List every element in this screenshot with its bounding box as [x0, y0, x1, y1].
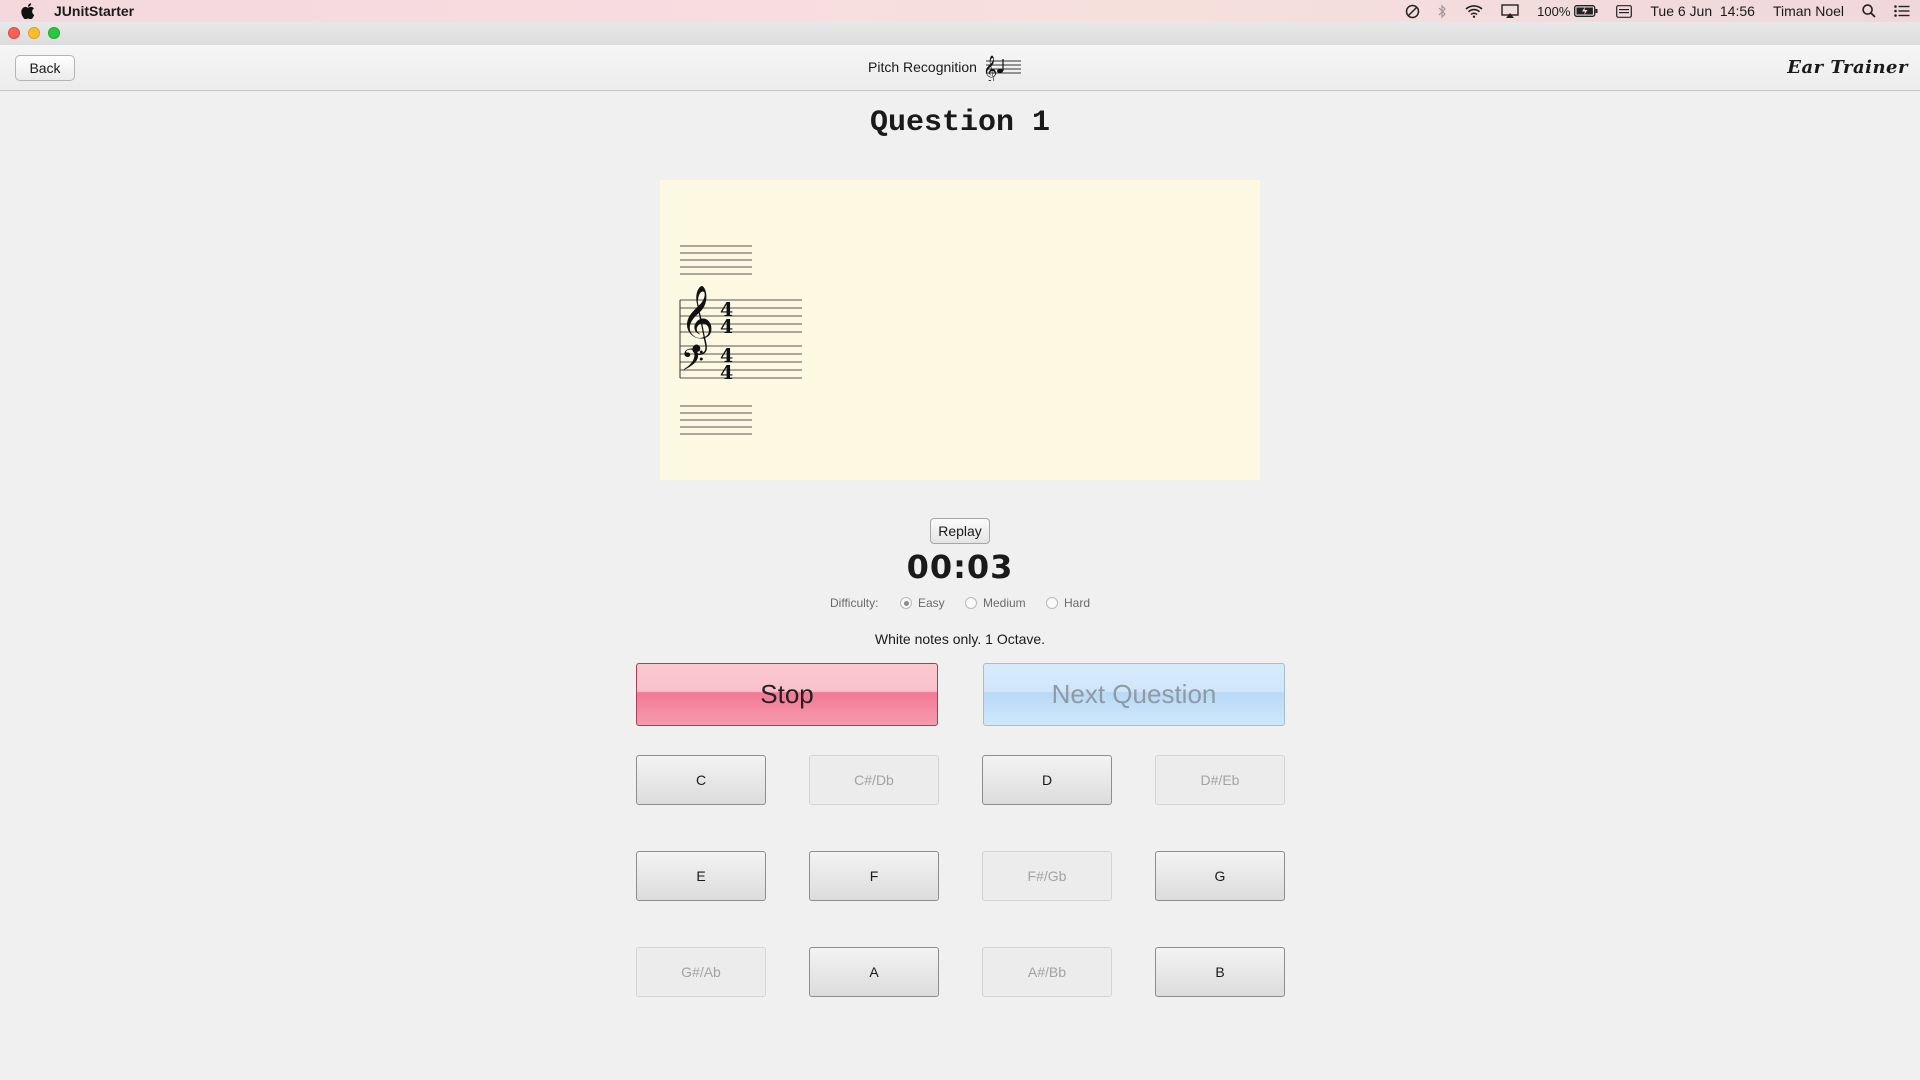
- user-name[interactable]: Timan Noel: [1773, 3, 1844, 19]
- difficulty-easy-radio[interactable]: Easy: [900, 596, 945, 610]
- bass-clef-icon: 𝄢: [681, 344, 704, 385]
- staff-panel: 𝄞 𝄢 44 44: [660, 180, 1260, 480]
- battery-percent[interactable]: 100%: [1537, 4, 1570, 19]
- airplay-icon[interactable]: [1501, 4, 1519, 18]
- svg-text:4: 4: [720, 316, 733, 338]
- apple-icon[interactable]: [20, 3, 36, 19]
- difficulty-easy-label: Easy: [918, 596, 945, 610]
- difficulty-hard-radio[interactable]: Hard: [1046, 596, 1090, 610]
- note-button-c-sharp[interactable]: C#/Db: [809, 755, 939, 805]
- difficulty-description: White notes only. 1 Octave.: [874, 631, 1046, 647]
- back-button[interactable]: Back: [15, 55, 75, 81]
- brand-logo: Ear Trainer: [1787, 57, 1908, 78]
- spotlight-icon[interactable]: [1862, 4, 1876, 18]
- note-button-b[interactable]: B: [1155, 947, 1285, 997]
- note-button-f[interactable]: F: [809, 851, 939, 901]
- bluetooth-icon[interactable]: [1438, 4, 1447, 19]
- difficulty-label: Difficulty:: [830, 596, 879, 610]
- zoom-window-button[interactable]: [48, 27, 60, 39]
- next-question-button[interactable]: Next Question: [983, 663, 1285, 726]
- note-button-e[interactable]: E: [636, 851, 766, 901]
- svg-text:𝄞: 𝄞: [983, 55, 997, 81]
- toolbar: Back Pitch Recognition 𝄞 Ear Trainer: [0, 45, 1920, 91]
- toolbar-title: Pitch Recognition: [868, 59, 977, 75]
- replay-button[interactable]: Replay: [930, 518, 990, 544]
- time-signature: 44 44: [720, 299, 733, 384]
- grand-staff: 𝄞 𝄢 44 44: [679, 245, 802, 435]
- difficulty-medium-label: Medium: [983, 596, 1026, 610]
- menu-bar: JUnitStarter 100% Tue 6 Jun 14:56 Timan …: [0, 0, 1920, 22]
- battery-icon[interactable]: [1574, 5, 1598, 17]
- timer: 00:03: [906, 548, 1014, 586]
- question-title: Question 1: [869, 106, 1051, 140]
- note-button-a[interactable]: A: [809, 947, 939, 997]
- difficulty-hard-label: Hard: [1064, 596, 1091, 610]
- note-button-a-sharp[interactable]: A#/Bb: [982, 947, 1112, 997]
- notification-center-icon[interactable]: [1894, 5, 1910, 17]
- app-name[interactable]: JUnitStarter: [54, 3, 134, 19]
- radio-indicator[interactable]: [1046, 597, 1058, 609]
- datetime[interactable]: Tue 6 Jun 14:56: [1650, 3, 1755, 19]
- note-button-f-sharp[interactable]: F#/Gb: [982, 851, 1112, 901]
- difficulty-medium-radio[interactable]: Medium: [965, 596, 1026, 610]
- do-not-disturb-icon[interactable]: [1405, 4, 1420, 19]
- keyboard-icon[interactable]: [1616, 4, 1633, 18]
- note-button-g-sharp[interactable]: G#/Ab: [636, 947, 766, 997]
- wifi-icon[interactable]: [1465, 4, 1483, 18]
- radio-indicator[interactable]: [965, 597, 977, 609]
- note-button-d-sharp[interactable]: D#/Eb: [1155, 755, 1285, 805]
- music-staff-icon: 𝄞: [982, 53, 1022, 86]
- svg-text:4: 4: [720, 362, 733, 384]
- note-button-g[interactable]: G: [1155, 851, 1285, 901]
- stop-button[interactable]: Stop: [636, 663, 938, 726]
- note-button-d[interactable]: D: [982, 755, 1112, 805]
- window-titlebar: [0, 22, 1920, 46]
- status-area: 100% Tue 6 Jun 14:56 Timan Noel: [1387, 0, 1910, 22]
- difficulty-selector: Difficulty: Easy Medium Hard: [0, 596, 1920, 612]
- radio-indicator[interactable]: [900, 597, 912, 609]
- close-window-button[interactable]: [8, 27, 20, 39]
- note-button-c[interactable]: C: [636, 755, 766, 805]
- minimize-window-button[interactable]: [28, 27, 40, 39]
